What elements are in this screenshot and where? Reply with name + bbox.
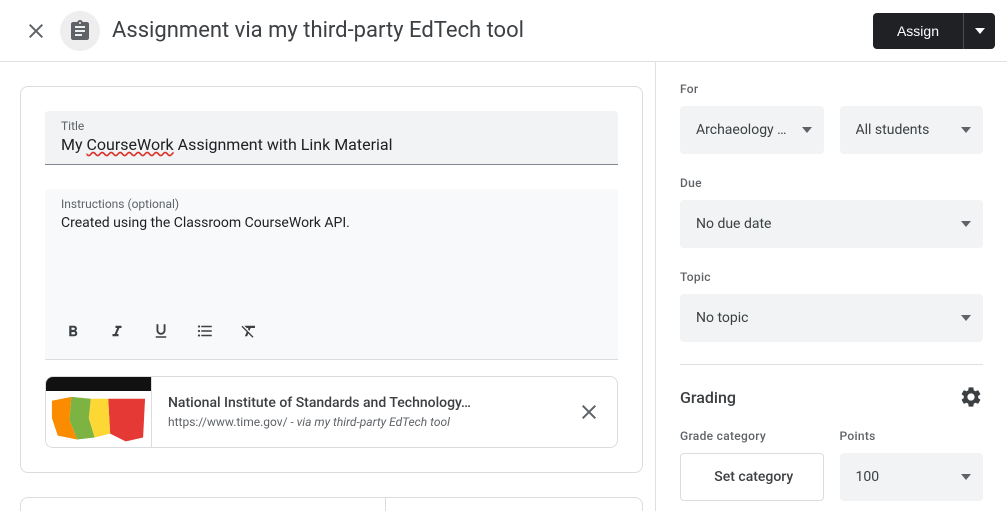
assign-button-group: Assign — [873, 13, 995, 49]
page-title: Assignment via my third-party EdTech too… — [112, 18, 873, 43]
italic-button[interactable] — [99, 313, 135, 349]
divider — [680, 364, 983, 365]
caret-down-icon — [961, 221, 971, 227]
sidebar: For Archaeology … All students Due No du… — [655, 62, 1007, 511]
caret-down-icon — [961, 127, 971, 133]
bold-button[interactable] — [55, 313, 91, 349]
title-field[interactable]: Title My CourseWork Assignment with Link… — [45, 111, 618, 165]
title-text-pre: My — [61, 135, 87, 154]
topic-value: No topic — [696, 310, 748, 326]
title-label: Title — [61, 119, 602, 133]
title-input[interactable]: My CourseWork Assignment with Link Mater… — [61, 135, 602, 154]
for-label: For — [680, 82, 983, 96]
card-divider — [385, 498, 386, 511]
header: Assignment via my third-party EdTech too… — [0, 0, 1007, 62]
grading-header: Grading — [680, 385, 983, 409]
due-label: Due — [680, 176, 983, 190]
close-icon — [577, 400, 601, 424]
attachment-url: https://www.time.gov/ — [168, 415, 288, 429]
class-selector[interactable]: Archaeology … — [680, 106, 824, 154]
remove-attachment-button[interactable] — [561, 384, 617, 440]
students-selector-value: All students — [856, 122, 930, 138]
grading-title: Grading — [680, 388, 736, 407]
caret-down-icon — [961, 315, 971, 321]
topic-selector[interactable]: No topic — [680, 294, 983, 342]
assign-dropdown-button[interactable] — [963, 13, 995, 49]
caret-down-icon — [975, 28, 985, 34]
link-attachment[interactable]: National Institute of Standards and Tech… — [45, 376, 618, 448]
due-date-selector[interactable]: No due date — [680, 200, 983, 248]
grade-category-label: Grade category — [680, 429, 824, 443]
points-selector[interactable]: 100 — [840, 453, 984, 501]
caret-down-icon — [961, 474, 971, 480]
title-text-post: Assignment with Link Material — [174, 135, 393, 154]
points-label: Points — [840, 429, 984, 443]
gear-icon — [959, 385, 983, 409]
caret-down-icon — [802, 127, 812, 133]
due-date-value: No due date — [696, 216, 771, 232]
points-value: 100 — [856, 469, 880, 485]
bullet-list-button[interactable] — [187, 313, 223, 349]
assign-button[interactable]: Assign — [873, 13, 963, 49]
attachment-info: National Institute of Standards and Tech… — [152, 387, 561, 437]
attachment-thumbnail — [46, 377, 152, 447]
attachment-title: National Institute of Standards and Tech… — [168, 395, 545, 411]
grade-category-button[interactable]: Set category — [680, 453, 824, 501]
students-selector[interactable]: All students — [840, 106, 984, 154]
secondary-card — [20, 497, 643, 511]
format-toolbar — [45, 307, 618, 359]
clear-formatting-button[interactable] — [231, 313, 267, 349]
instructions-field: Instructions (optional) Created using th… — [45, 189, 618, 360]
body: Title My CourseWork Assignment with Link… — [0, 62, 1007, 511]
grading-settings-button[interactable] — [959, 385, 983, 409]
attachment-meta: https://www.time.gov/ - via my third-par… — [168, 415, 545, 429]
main-column: Title My CourseWork Assignment with Link… — [0, 62, 655, 511]
class-selector-value: Archaeology … — [696, 122, 787, 138]
attachment-via: - via my third-party EdTech tool — [288, 415, 450, 429]
instructions-input[interactable]: Created using the Classroom CourseWork A… — [61, 215, 602, 307]
underline-button[interactable] — [143, 313, 179, 349]
instructions-label: Instructions (optional) — [61, 197, 602, 211]
title-text-spell: CourseWork — [87, 135, 174, 154]
grade-category-value: Set category — [714, 469, 793, 485]
topic-label: Topic — [680, 270, 983, 284]
assignment-icon — [60, 11, 100, 51]
close-icon[interactable] — [12, 7, 60, 55]
assignment-card: Title My CourseWork Assignment with Link… — [20, 86, 643, 473]
